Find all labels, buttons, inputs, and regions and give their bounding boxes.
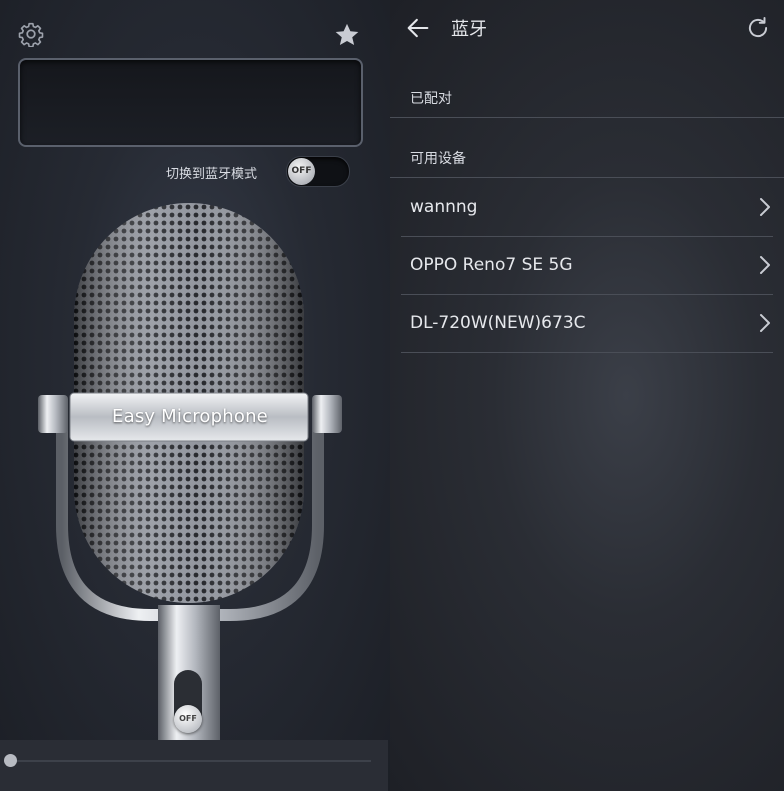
device-name: wannng xyxy=(410,197,478,217)
device-row[interactable]: wannng xyxy=(401,178,773,237)
settings-button[interactable] xyxy=(18,21,44,48)
section-divider xyxy=(390,117,784,118)
device-name: DL-720W(NEW)673C xyxy=(410,313,586,333)
available-section-header: 可用设备 xyxy=(410,151,466,167)
volume-slider-bar xyxy=(0,740,388,791)
gear-icon xyxy=(18,22,44,48)
bluetooth-panel: 蓝牙 已配对 可用设备 wannng OPPO Reno7 SE 5G DL-7… xyxy=(390,0,784,791)
device-row[interactable]: OPPO Reno7 SE 5G xyxy=(401,236,773,295)
page-title: 蓝牙 xyxy=(451,19,487,40)
chevron-right-icon xyxy=(760,314,770,332)
mic-power-switch[interactable]: OFF xyxy=(174,705,202,733)
device-name: OPPO Reno7 SE 5G xyxy=(410,255,573,275)
refresh-icon xyxy=(748,17,768,38)
level-display xyxy=(18,58,363,147)
star-icon xyxy=(335,23,359,46)
microphone-illustration xyxy=(38,203,342,740)
toggle-knob: OFF xyxy=(288,158,315,185)
paired-section-header: 已配对 xyxy=(410,91,452,107)
refresh-button[interactable] xyxy=(745,15,771,41)
back-arrow-icon xyxy=(407,18,429,38)
chevron-right-icon xyxy=(760,198,770,216)
bluetooth-mode-label: 切换到蓝牙模式 xyxy=(165,167,257,182)
microphone-panel: 切换到蓝牙模式 OFF Easy Microphone OFF xyxy=(0,0,390,791)
device-row[interactable]: DL-720W(NEW)673C xyxy=(401,294,773,353)
bluetooth-mode-toggle[interactable]: OFF xyxy=(286,156,350,187)
mic-brand-label: Easy Microphone xyxy=(112,406,268,427)
chevron-right-icon xyxy=(760,256,770,274)
volume-slider-thumb[interactable] xyxy=(4,754,17,767)
volume-slider-track[interactable] xyxy=(16,760,371,762)
favorite-button[interactable] xyxy=(333,21,361,49)
back-button[interactable] xyxy=(404,14,432,42)
